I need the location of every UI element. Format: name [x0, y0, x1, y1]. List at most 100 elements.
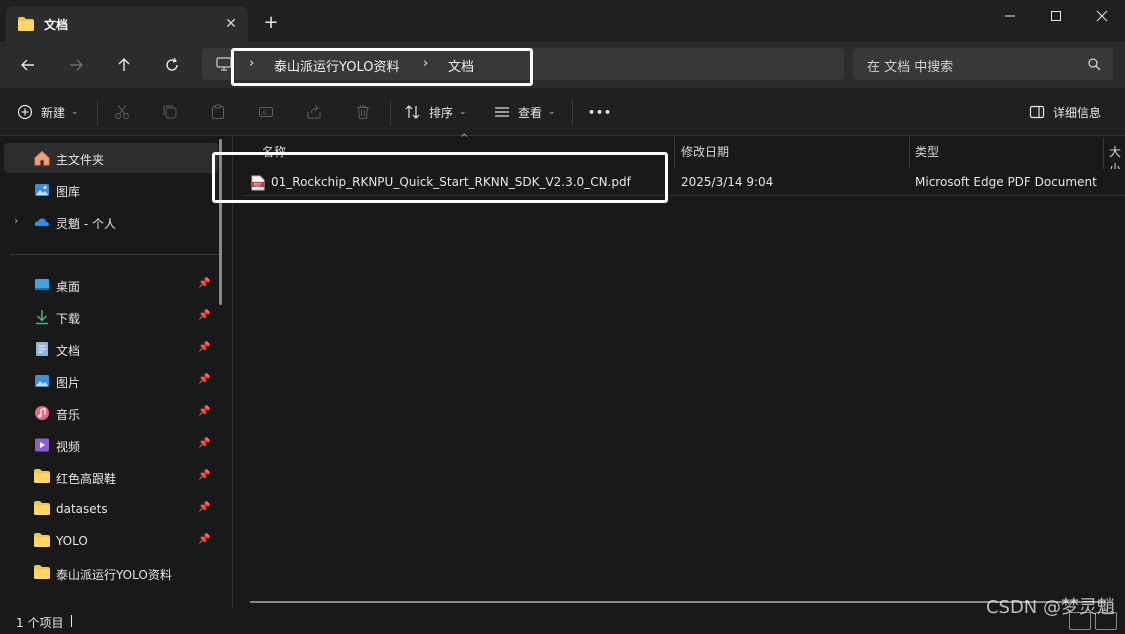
sidebar-item-pictures[interactable]: 图片 📌	[4, 366, 218, 396]
share-button[interactable]	[306, 100, 322, 124]
computer-icon	[216, 56, 232, 75]
gallery-icon	[34, 182, 50, 198]
chevron-right-icon[interactable]: ›	[249, 56, 254, 71]
toolbar-divider	[97, 100, 98, 126]
videos-icon	[34, 437, 50, 453]
refresh-button[interactable]	[157, 52, 187, 78]
back-button[interactable]	[13, 52, 43, 78]
sidebar-item-label: YOLO	[56, 534, 88, 548]
column-header-modified[interactable]: 修改日期	[675, 137, 909, 169]
sidebar-scrollbar[interactable]	[219, 139, 222, 305]
pin-icon[interactable]: 📌	[198, 534, 210, 545]
command-bar: 新建 ⌄ A 排序 ⌄ 查看 ⌄ ••• 详细信息	[0, 88, 1125, 136]
arrow-up-icon	[118, 58, 130, 71]
close-window-button[interactable]	[1079, 0, 1125, 32]
folder-icon	[34, 501, 50, 517]
arrow-left-icon	[21, 59, 34, 71]
watermark: CSDN @梦灵魈	[985, 597, 1115, 618]
sort-button[interactable]: 排序 ⌄	[405, 100, 467, 124]
new-tab-button[interactable]: +	[260, 12, 282, 34]
pin-icon[interactable]: 📌	[198, 502, 210, 513]
chevron-down-icon: ⌄	[459, 107, 467, 117]
view-list-icon	[495, 107, 509, 117]
music-icon	[34, 405, 50, 421]
maximize-button[interactable]	[1033, 0, 1079, 32]
refresh-icon	[166, 57, 178, 71]
item-count: 1 个项目	[16, 616, 64, 630]
file-type: Microsoft Edge PDF Document	[915, 175, 1097, 189]
tab-close-button[interactable]: ✕	[221, 14, 241, 34]
forward-button[interactable]	[61, 52, 91, 78]
sort-icon	[405, 105, 420, 119]
sidebar-item-downloads[interactable]: 下载 📌	[4, 302, 218, 332]
maximize-icon	[1051, 11, 1061, 21]
pin-icon[interactable]: 📌	[198, 310, 210, 321]
svg-text:PDF: PDF	[254, 182, 263, 187]
column-header-label: 名称	[262, 145, 287, 159]
onedrive-icon	[34, 214, 50, 230]
sidebar-item-folder[interactable]: YOLO 📌	[4, 526, 218, 556]
address-bar[interactable]: › 泰山派运行YOLO资料 › 文档	[202, 48, 844, 80]
sidebar-item-folder[interactable]: 红色高跟鞋 📌	[4, 462, 218, 492]
sidebar-item-folder[interactable]: 泰山派运行YOLO资料	[4, 558, 218, 588]
column-header-type[interactable]: 类型	[910, 137, 1103, 169]
pin-icon[interactable]: 📌	[198, 374, 210, 385]
copy-button[interactable]	[162, 100, 178, 124]
sidebar-item-gallery[interactable]: 图库	[4, 175, 218, 205]
sidebar-item-label: datasets	[56, 502, 108, 516]
view-button-label: 查看	[518, 105, 543, 120]
up-button[interactable]	[109, 52, 139, 78]
sidebar-item-label: 桌面	[56, 280, 81, 294]
pin-icon[interactable]: 📌	[198, 278, 210, 289]
sidebar-item-videos[interactable]: 视频 📌	[4, 430, 218, 460]
tab-documents[interactable]: 文档 ✕	[6, 6, 248, 42]
view-button[interactable]: 查看 ⌄	[494, 100, 556, 124]
sidebar-item-desktop[interactable]: 桌面 📌	[4, 270, 218, 300]
tab-title: 文档	[44, 18, 69, 32]
details-pane-icon	[1029, 105, 1045, 119]
paste-button[interactable]	[210, 100, 226, 124]
arrow-right-icon	[70, 59, 83, 71]
search-input[interactable]: 在 文档 中搜索	[867, 56, 953, 75]
cut-button[interactable]	[114, 100, 130, 124]
sidebar-item-music[interactable]: 音乐 📌	[4, 398, 218, 428]
sidebar-item-label: 主文件夹	[56, 153, 105, 167]
sidebar-item-folder[interactable]: datasets 📌	[4, 494, 218, 524]
pin-icon[interactable]: 📌	[198, 438, 210, 449]
pin-icon[interactable]: 📌	[198, 470, 210, 481]
new-button[interactable]: 新建 ⌄	[17, 100, 79, 124]
search-icon[interactable]	[1087, 57, 1101, 74]
chevron-right-icon[interactable]: ›	[14, 214, 18, 227]
sidebar-item-onedrive[interactable]: › 灵魈 - 个人	[4, 207, 218, 237]
column-header-name[interactable]: 名称 ^	[233, 133, 674, 169]
sidebar-item-label: 下载	[56, 312, 81, 326]
file-list: 名称 ^ 修改日期 类型 大小 PDF 01_Rockchip_RKNPU_Qu…	[233, 133, 1125, 609]
delete-button[interactable]	[355, 100, 371, 124]
more-options-button[interactable]: •••	[588, 100, 612, 124]
minimize-button[interactable]	[987, 0, 1033, 32]
column-header-size[interactable]: 大小	[1104, 137, 1125, 169]
toolbar-divider	[572, 100, 573, 126]
pin-icon[interactable]: 📌	[198, 406, 210, 417]
horizontal-scrollbar[interactable]	[250, 601, 1106, 603]
sidebar-item-label: 视频	[56, 440, 81, 454]
breadcrumb-current[interactable]: 文档	[448, 56, 474, 75]
scissors-icon	[115, 104, 129, 119]
breadcrumb-folder[interactable]: 泰山派运行YOLO资料	[274, 56, 399, 75]
sidebar-item-home[interactable]: 主文件夹	[4, 143, 218, 173]
details-pane-button[interactable]: 详细信息	[1029, 100, 1101, 124]
sidebar-item-label: 灵魈 - 个人	[56, 217, 116, 231]
rename-button[interactable]: A	[258, 100, 274, 124]
folder-icon	[34, 565, 50, 581]
chevron-right-icon[interactable]: ›	[423, 56, 428, 71]
details-pane-label: 详细信息	[1053, 105, 1102, 120]
sort-button-label: 排序	[429, 105, 454, 120]
table-row[interactable]: PDF 01_Rockchip_RKNPU_Quick_Start_RKNN_S…	[243, 170, 1125, 196]
plus-circle-icon	[17, 104, 33, 120]
sidebar-item-documents[interactable]: 文档 📌	[4, 334, 218, 364]
rename-icon: A	[259, 107, 273, 117]
search-box[interactable]: 在 文档 中搜索	[853, 48, 1113, 80]
new-button-label: 新建	[41, 105, 66, 120]
address-row: › 泰山派运行YOLO资料 › 文档 在 文档 中搜索	[0, 42, 1125, 88]
pin-icon[interactable]: 📌	[198, 342, 210, 353]
